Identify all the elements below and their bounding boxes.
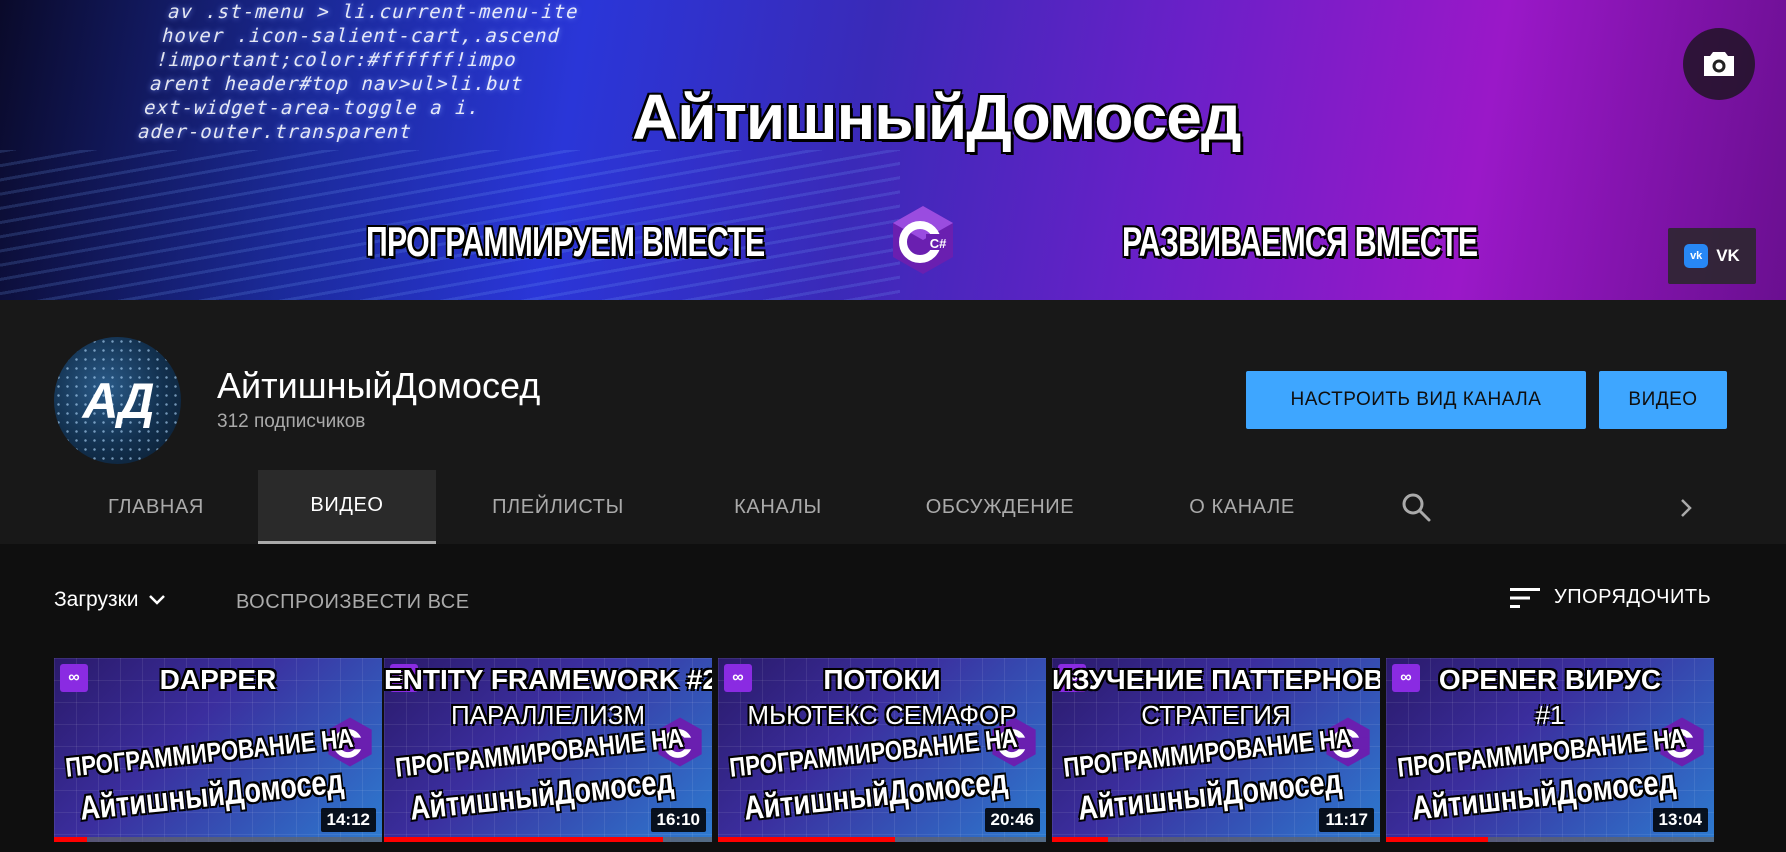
- video-thumbnail[interactable]: ∞ ENTITY FRAMEWORK #2 ПАРАЛЛЕЛИЗМ ПРОГРА…: [384, 658, 712, 842]
- video-duration: 16:10: [650, 808, 706, 832]
- customize-channel-button[interactable]: НАСТРОИТЬ ВИД КАНАЛА: [1246, 371, 1586, 429]
- watch-progress-track: [1052, 837, 1380, 842]
- banner-code-line: av .st-menu > li.current-menu-ite: [165, 1, 582, 23]
- banner-code-line: ext-widget-area-toggle a i.: [141, 97, 483, 119]
- video-duration: 11:17: [1319, 808, 1374, 832]
- channel-name: АйтишныйДомосед: [217, 365, 541, 406]
- manage-videos-button[interactable]: ВИДЕО: [1599, 371, 1727, 429]
- vk-icon: vk: [1684, 244, 1709, 268]
- video-duration: 20:46: [984, 808, 1040, 832]
- watch-progress-fill: [718, 837, 896, 842]
- change-banner-button[interactable]: [1683, 28, 1755, 100]
- thumbnail-title: ПОТОКИ: [823, 664, 941, 695]
- watch-progress-track: [384, 837, 712, 842]
- channel-banner: av .st-menu > li.current-menu-ite hover …: [0, 0, 1786, 300]
- channel-avatar[interactable]: АД: [54, 337, 181, 464]
- vk-link-label: VK: [1716, 246, 1740, 265]
- vk-link[interactable]: vk VK: [1668, 228, 1756, 284]
- watch-progress-fill: [1386, 837, 1488, 842]
- banner-code-line: hover .icon-salient-cart,.ascend: [159, 25, 564, 47]
- video-thumbnail[interactable]: ∞ ПОТОКИ МЬЮТЕКС СЕМАФОР ПРОГРАММИРОВАНИ…: [718, 658, 1046, 842]
- sort-icon: [1510, 587, 1540, 608]
- watch-progress-fill: [54, 837, 87, 842]
- chevron-down-icon: [148, 595, 165, 605]
- thumbnail-title: OPENER ВИРУС: [1438, 664, 1662, 695]
- banner-code-line: ader-outer.transparent: [135, 121, 415, 143]
- banner-slogan-left: ПРОГРАММИРУЕМ ВМЕСТЕ: [366, 218, 765, 265]
- tab-playlists[interactable]: ПЛЕЙЛИСТЫ: [466, 470, 650, 544]
- tab-channels[interactable]: КАНАЛЫ: [700, 470, 856, 544]
- banner-code-line: !important;color:#ffffff!impo: [153, 49, 520, 71]
- sort-label: УПОРЯДОЧИТЬ: [1554, 586, 1712, 608]
- subscriber-count: 312 подписчиков: [217, 411, 366, 432]
- channel-tabs: ГЛАВНАЯ ВИДЕО ПЛЕЙЛИСТЫ КАНАЛЫ ОБСУЖДЕНИ…: [0, 470, 1786, 544]
- watch-progress-track: [54, 837, 382, 842]
- play-all-button[interactable]: ВОСПРОИЗВЕСТИ ВСЕ: [236, 591, 470, 614]
- tab-videos[interactable]: ВИДЕО: [258, 470, 436, 544]
- watch-progress-fill: [384, 837, 663, 842]
- banner-slogan-right: РАЗВИВАЕМСЯ ВМЕСТЕ: [1122, 218, 1478, 265]
- csharp-logo-text: C#: [930, 236, 947, 251]
- video-thumbnail[interactable]: ∞ ИЗУЧЕНИЕ ПАТТЕРНОВ СТРАТЕГИЯ ПРОГРАММИ…: [1052, 658, 1380, 842]
- avatar-initials: АД: [82, 372, 154, 429]
- video-duration: 13:04: [1652, 808, 1708, 832]
- tab-discussion[interactable]: ОБСУЖДЕНИЕ: [910, 470, 1090, 544]
- thumbnail-title: ИЗУЧЕНИЕ ПАТТЕРНОВ: [1052, 664, 1380, 695]
- csharp-logo-icon: C#: [893, 206, 953, 274]
- thumbnail-title: ENTITY FRAMEWORK #2: [384, 664, 712, 695]
- tab-home[interactable]: ГЛАВНАЯ: [60, 470, 252, 544]
- video-thumbnail[interactable]: ∞ DAPPER ПРОГРАММИРОВАНИЕ НА АйтишныйДом…: [54, 658, 382, 842]
- search-icon[interactable]: [1400, 491, 1432, 523]
- sort-button[interactable]: УПОРЯДОЧИТЬ: [1510, 586, 1711, 609]
- thumbnail-title: DAPPER: [159, 664, 277, 695]
- watch-progress-track: [718, 837, 1046, 842]
- camera-icon: [1704, 52, 1734, 76]
- uploads-dropdown[interactable]: Загрузки: [54, 588, 167, 612]
- video-duration: 14:12: [320, 808, 376, 832]
- watch-progress-track: [1386, 837, 1714, 842]
- video-thumbnail[interactable]: ∞ OPENER ВИРУС #1 ПРОГРАММИРОВАНИЕ НА Ай…: [1386, 658, 1714, 842]
- banner-code-line: arent header#top nav>ul>li.but: [147, 73, 527, 95]
- banner-title: АйтишныйДомосед: [632, 81, 1241, 153]
- tab-about[interactable]: О КАНАЛЕ: [1160, 470, 1324, 544]
- chevron-right-icon[interactable]: [1672, 494, 1700, 522]
- uploads-label: Загрузки: [54, 588, 139, 611]
- watch-progress-fill: [1052, 837, 1108, 842]
